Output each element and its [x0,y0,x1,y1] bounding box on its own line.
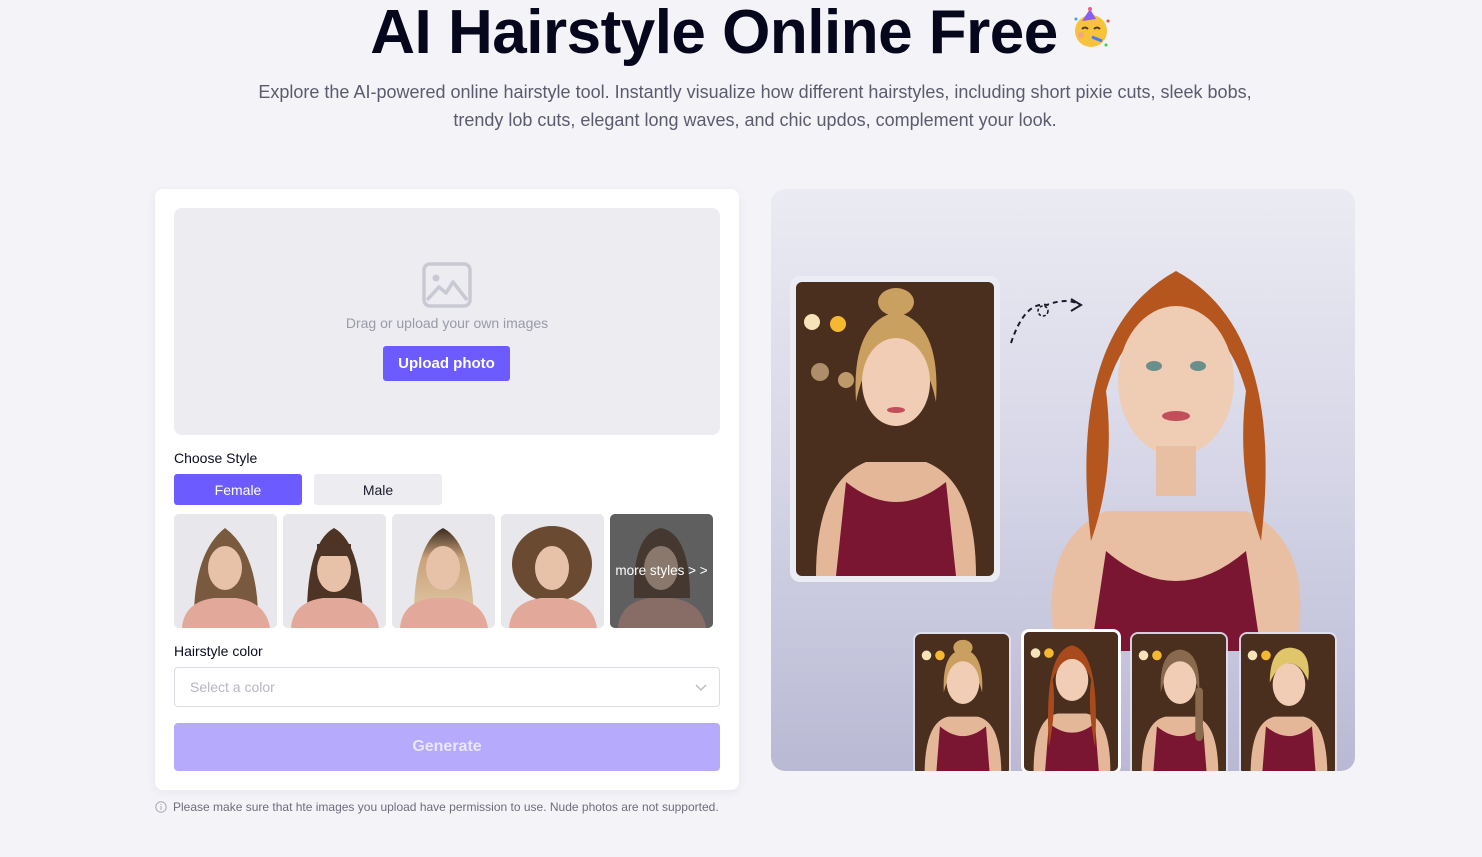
partying-face-icon [1070,0,1112,47]
upload-photo-button[interactable]: Upload photo [383,346,510,381]
choose-style-label: Choose Style [174,450,258,466]
chevron-down-icon [695,684,707,691]
more-styles-button[interactable]: more styles > > [610,514,713,628]
image-dropzone[interactable]: Drag or upload your own images Upload ph… [174,208,720,435]
hairstyle-color-label: Hairstyle color [174,643,263,659]
style-thumb-ombre[interactable] [392,514,495,628]
page-title-text: AI Hairstyle Online Free [370,0,1058,67]
original-photo-frame [790,276,1000,582]
variant-thumb-updo[interactable] [913,632,1011,771]
hairstyle-showcase [771,189,1355,771]
info-icon [155,801,167,813]
style-thumb-long-waves[interactable] [174,514,277,628]
hair-color-placeholder: Select a color [190,679,275,695]
page-subtitle: Explore the AI-powered online hairstyle … [258,82,1252,130]
hair-color-select[interactable]: Select a color [174,667,720,707]
original-portrait [796,282,994,576]
style-thumb-retro-curls[interactable] [501,514,604,628]
generate-button[interactable]: Generate [174,723,720,771]
gender-tab-female[interactable]: Female [174,474,302,505]
variant-thumb-pixie[interactable] [1239,632,1337,771]
variant-portrait [1132,634,1226,771]
style-preview-image [283,514,386,628]
gender-tab-male[interactable]: Male [314,474,442,505]
variant-thumb-braids[interactable] [1130,632,1228,771]
result-portrait [1051,271,1301,651]
hairstyle-tool-panel: Drag or upload your own images Upload ph… [155,189,739,790]
variant-portrait [1241,634,1335,771]
more-styles-label: more styles > > [615,563,708,578]
style-preview-image [501,514,604,628]
variant-thumb-red-waves[interactable] [1021,629,1121,771]
upload-notice: Please make sure that hte images you upl… [155,800,719,814]
dropzone-hint: Drag or upload your own images [345,315,549,331]
style-thumb-bangs[interactable] [283,514,386,628]
style-preview-image [174,514,277,628]
upload-notice-text: Please make sure that hte images you upl… [173,800,719,814]
result-preview-image [996,211,1355,651]
style-thumbnails: more styles > > [174,514,720,628]
variant-portrait [1024,632,1118,771]
image-placeholder-icon [422,262,472,308]
variant-portrait [915,634,1009,771]
transform-arrow-icon [1010,298,1083,344]
style-preview-image [392,514,495,628]
page-title: AI Hairstyle Online Free [0,0,1482,68]
